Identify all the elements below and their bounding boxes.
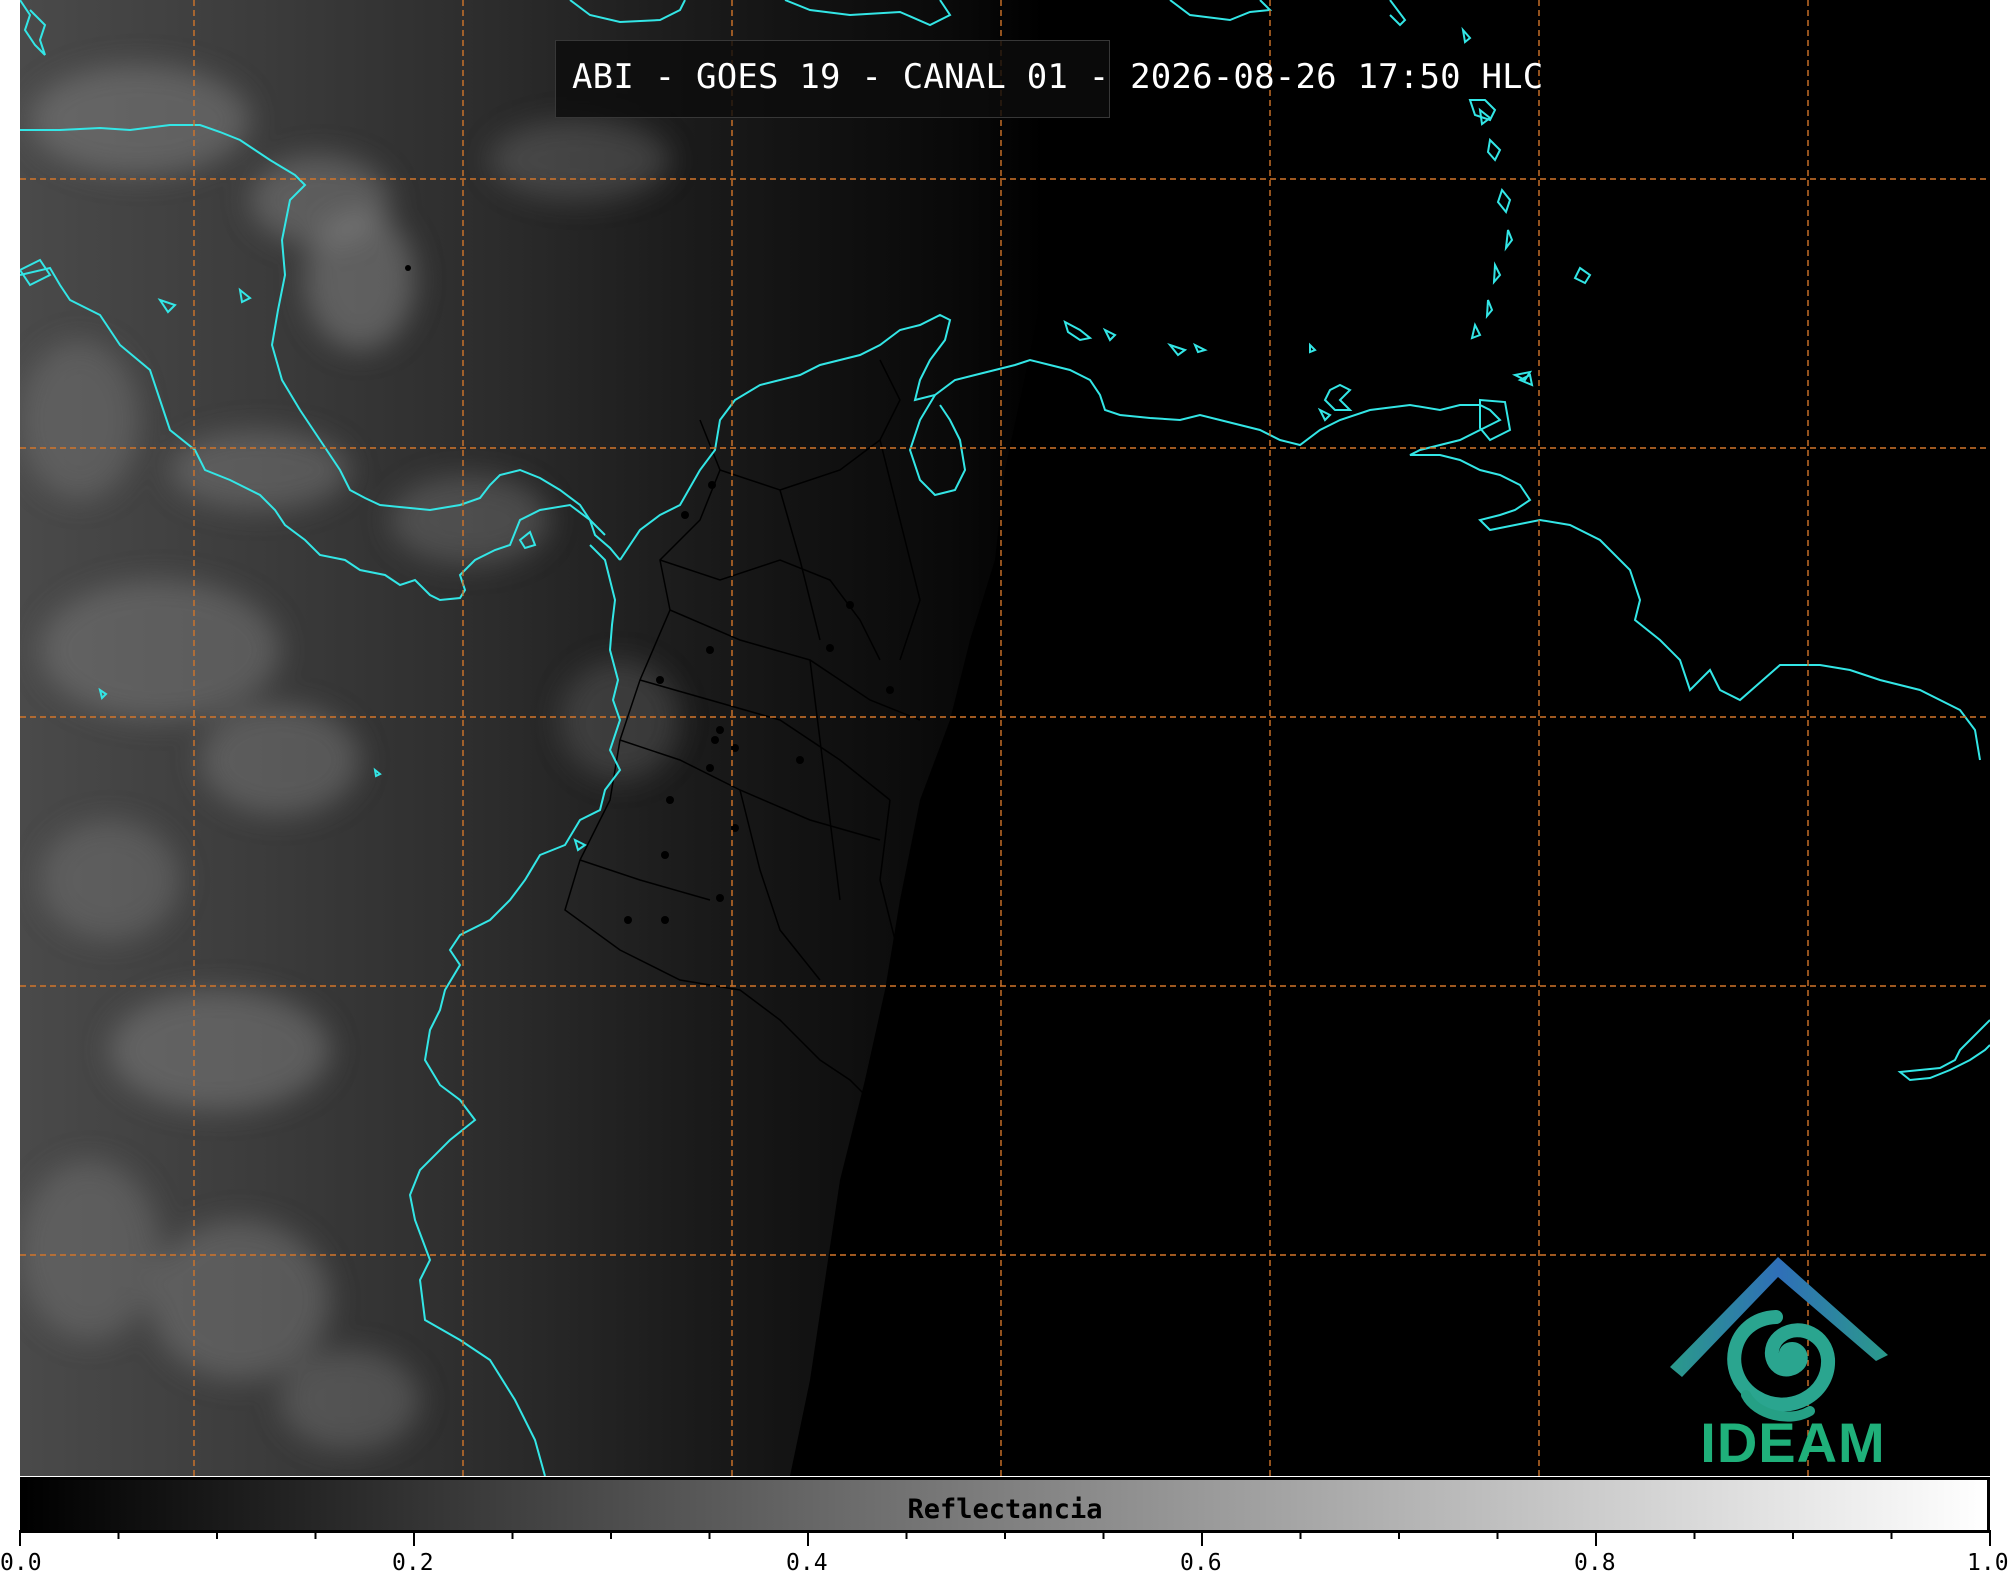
city-marker-icon — [706, 764, 714, 772]
ideam-logo-text: IDEAM — [1700, 1411, 1886, 1474]
city-marker-icon — [661, 916, 669, 924]
city-marker-icon — [405, 265, 411, 271]
satellite-map: IDEAM ABI - GOES 19 - CANAL 01 - 2026-08… — [20, 0, 1990, 1476]
city-marker-icon — [716, 894, 724, 902]
city-marker-icon — [624, 916, 632, 924]
city-marker-icon — [826, 644, 834, 652]
city-marker-icon — [886, 686, 894, 694]
city-marker-icon — [716, 726, 724, 734]
city-marker-icon — [666, 796, 674, 804]
city-marker-icon — [708, 481, 716, 489]
city-marker-icon — [706, 646, 714, 654]
colorbar-tick-label: 0.0 — [0, 1550, 42, 1576]
title-box: ABI - GOES 19 - CANAL 01 - 2026-08-26 17… — [555, 40, 1543, 118]
colorbar-tick-label: 0.8 — [1574, 1550, 1616, 1576]
city-marker-icon — [846, 601, 854, 609]
colorbar-tick-label: 1.0 — [1967, 1550, 2009, 1576]
colorbar-tick-label: 0.2 — [392, 1550, 434, 1576]
city-marker-icon — [796, 756, 804, 764]
colorbar-ticks — [19, 1530, 1991, 1546]
colorbar-tick-label: 0.6 — [1180, 1550, 1222, 1576]
city-marker-icon — [656, 676, 664, 684]
city-marker-icon — [711, 736, 719, 744]
colorbar-tick-label: 0.4 — [786, 1550, 828, 1576]
colorbar: Reflectancia — [20, 1477, 1990, 1533]
map-title: ABI - GOES 19 - CANAL 01 - 2026-08-26 17… — [572, 57, 1544, 97]
colorbar-label: Reflectancia — [907, 1494, 1103, 1525]
city-marker-icon — [661, 851, 669, 859]
city-marker-icon — [681, 511, 689, 519]
